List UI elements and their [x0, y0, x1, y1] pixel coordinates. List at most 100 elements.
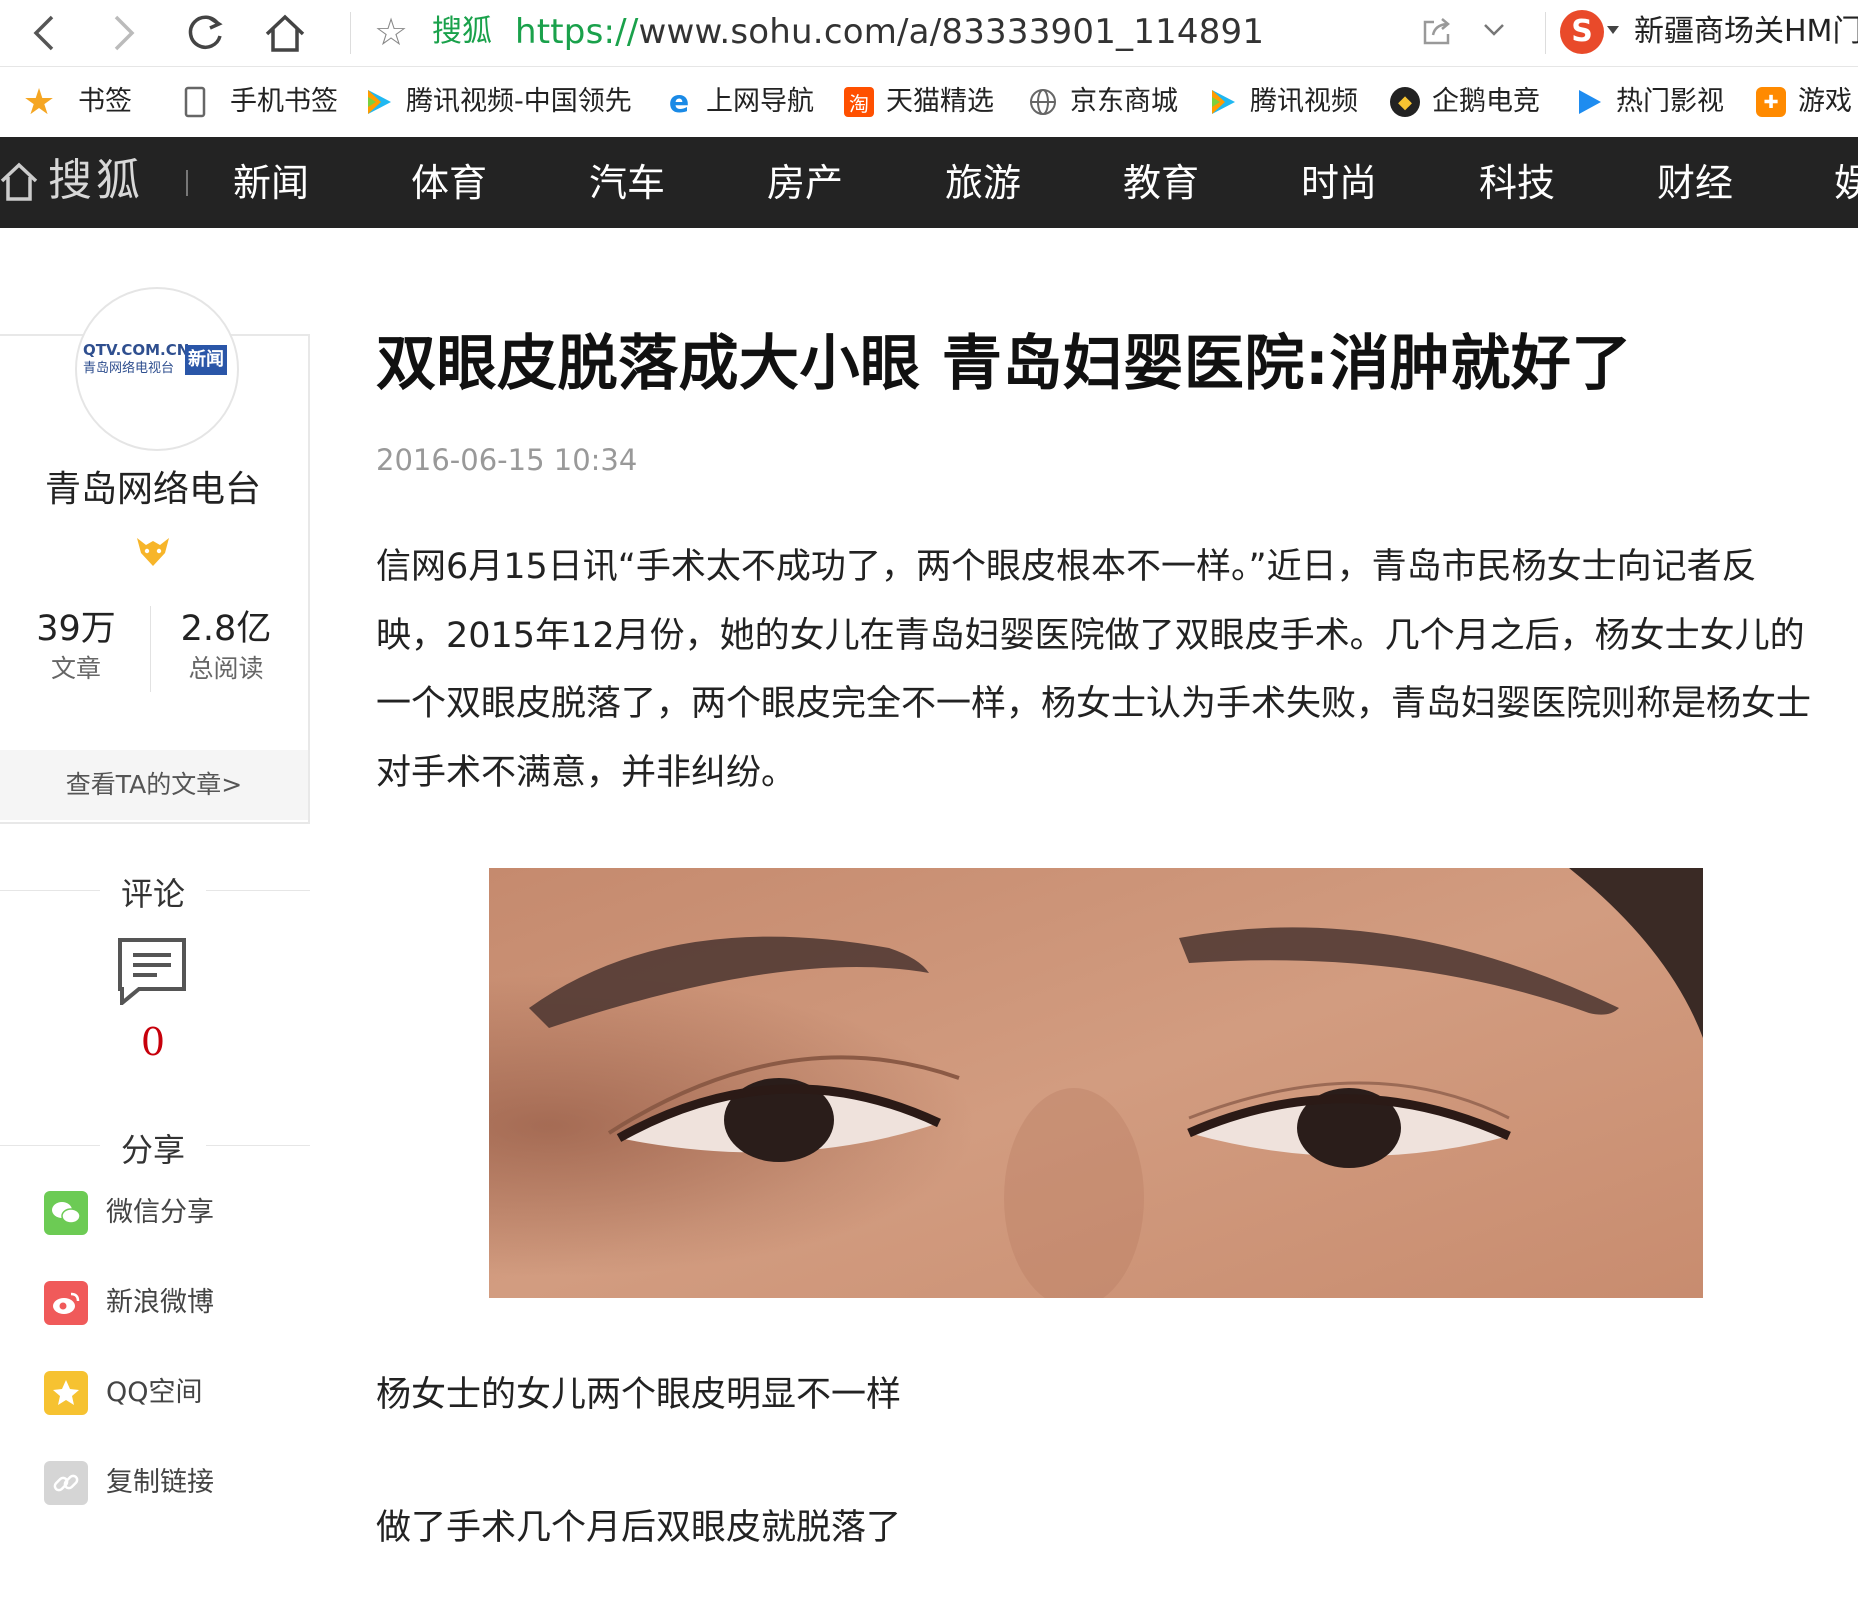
copy-link-label: 复制链接 [106, 1467, 214, 1498]
bookmark-label: 热门影视 [1616, 86, 1724, 117]
share-icon[interactable] [1420, 14, 1454, 48]
article-photo [489, 868, 1703, 1298]
articles-label: 文章 [50, 654, 101, 683]
weibo-icon [44, 1281, 88, 1325]
bookmark-item[interactable]: 热门影视 [1574, 81, 1724, 123]
bookmark-item[interactable]: ★ 书签 [22, 81, 132, 123]
nav-item-auto[interactable]: 汽车 [589, 159, 665, 207]
nav-item-finance[interactable]: 财经 [1657, 159, 1733, 207]
bookmark-label: 腾讯视频-中国领先 [406, 86, 632, 117]
chevron-right-icon [114, 15, 135, 51]
article-title: 双眼皮脱落成大小眼 青岛妇婴医院:消肿就好了 [376, 329, 1632, 399]
play-icon [1574, 87, 1604, 117]
avatar[interactable]: QTV.COM.CN 青岛网络电视台 新闻 [75, 287, 239, 451]
photo-caption: 杨女士的女儿两个眼皮明显不一样 [376, 1375, 902, 1415]
site-name: 搜狐 [432, 14, 492, 49]
bookmark-label: 企鹅电竞 [1432, 86, 1540, 117]
bookmark-item[interactable]: 淘 天猫精选 [844, 81, 994, 123]
bookmark-item[interactable]: 手机书签 [180, 81, 338, 123]
penguin-esports-icon: ◆ [1390, 87, 1420, 117]
url-input[interactable]: https://www.sohu.com/a/83333901_114891 [515, 10, 1264, 54]
bookmark-item[interactable]: ✚ 游戏 [1756, 81, 1852, 123]
search-box-text[interactable]: 新疆商场关HM门 [1634, 12, 1858, 52]
toolbar-divider [350, 12, 351, 54]
bookmark-item[interactable]: ◆ 企鹅电竞 [1390, 81, 1540, 123]
chevron-left-icon [33, 15, 54, 51]
article-date: 2016-06-15 10:34 [376, 443, 638, 477]
nav-item-fashion[interactable]: 时尚 [1301, 159, 1377, 207]
gamepad-icon: ✚ [1756, 87, 1786, 117]
sohu-logo[interactable]: 搜狐 [48, 153, 144, 209]
link-icon [44, 1461, 88, 1505]
stat-divider [150, 606, 151, 692]
avatar-logo-subtext: 青岛网络电视台 [83, 361, 175, 376]
chevron-down-icon[interactable] [1482, 18, 1506, 46]
caret-down-icon[interactable] [1607, 26, 1619, 34]
url-scheme: https:// [515, 12, 639, 52]
browser-toolbar: ☆ 搜狐 https://www.sohu.com/a/83333901_114… [0, 0, 1858, 67]
bookmark-label: 上网导航 [706, 86, 814, 117]
reads-count: 2.8亿 [180, 609, 272, 649]
bookmark-label: 游戏 [1798, 86, 1852, 117]
toolbar-divider [1545, 12, 1546, 54]
nav-item-entertainment[interactable]: 娱 [1834, 159, 1858, 207]
bookmark-label: 手机书签 [230, 86, 338, 117]
nav-item-travel[interactable]: 旅游 [945, 159, 1021, 207]
forward-button[interactable] [98, 8, 148, 58]
nav-item-education[interactable]: 教育 [1123, 159, 1199, 207]
reads-stat: 2.8亿 总阅读 [156, 606, 296, 686]
article-paragraph-2: 做了手术几个月后双眼皮就脱落了 [376, 1508, 902, 1548]
home-icon [265, 14, 305, 52]
reload-icon [188, 15, 223, 49]
share-title: 分享 [120, 1131, 185, 1169]
comment-count[interactable]: 0 [0, 1018, 306, 1066]
nav-divider [186, 170, 188, 196]
back-button[interactable] [20, 8, 70, 58]
star-icon: ★ [22, 81, 56, 123]
reload-button[interactable] [180, 8, 230, 58]
nav-item-news[interactable]: 新闻 [233, 159, 309, 207]
share-wechat-label: 微信分享 [106, 1197, 214, 1228]
share-weibo-button[interactable]: 新浪微博 [44, 1281, 214, 1325]
bookmark-star-icon[interactable]: ☆ [374, 10, 408, 54]
bookmark-item[interactable]: 腾讯视频-中国领先 [364, 81, 676, 123]
avatar-news-badge: 新闻 [185, 345, 227, 375]
qzone-icon [44, 1371, 88, 1415]
phone-icon [180, 86, 210, 118]
author-name[interactable]: 青岛网络电台 [0, 466, 306, 514]
share-wechat-button[interactable]: 微信分享 [44, 1191, 214, 1235]
fox-badge-icon [134, 535, 172, 573]
site-nav-bar: 搜狐 新闻 体育 汽车 房产 旅游 教育 时尚 科技 财经 娱 [0, 137, 1858, 228]
view-author-articles-link[interactable]: 查看TA的文章> [0, 750, 308, 820]
bookmark-label: 天猫精选 [886, 86, 994, 117]
avatar-logo-text: QTV.COM.CN [83, 341, 190, 359]
nav-item-tech[interactable]: 科技 [1479, 159, 1555, 207]
articles-count: 39万 [36, 609, 116, 649]
bookmark-label: 书签 [78, 86, 132, 117]
home-button[interactable] [260, 8, 310, 58]
bookmark-label: 腾讯视频 [1250, 86, 1358, 117]
url-path: www.sohu.com/a/83333901_114891 [638, 12, 1265, 52]
bookmark-item[interactable]: e 上网导航 [664, 81, 814, 123]
share-weibo-label: 新浪微博 [106, 1287, 214, 1318]
comments-title: 评论 [120, 875, 185, 913]
share-qzone-button[interactable]: QQ空间 [44, 1371, 203, 1415]
share-qzone-label: QQ空间 [106, 1377, 203, 1408]
copy-link-button[interactable]: 复制链接 [44, 1461, 214, 1505]
home-icon[interactable] [0, 159, 38, 207]
sogou-search-icon[interactable]: S [1560, 10, 1604, 54]
comment-icon[interactable] [117, 937, 187, 1009]
globe-icon [1028, 87, 1058, 117]
ie-icon: e [668, 84, 690, 120]
reads-label: 总阅读 [188, 654, 264, 683]
bookmarks-bar: ★ 书签 手机书签 腾讯视频-中国领先 e 上网导航 淘 天猫精选 京东商城 腾… [0, 67, 1858, 138]
wechat-icon [44, 1191, 88, 1235]
tencent-video-icon [364, 87, 394, 117]
nav-item-sports[interactable]: 体育 [411, 159, 487, 207]
articles-stat: 39万 文章 [6, 606, 146, 686]
bookmark-item[interactable]: 腾讯视频 [1208, 81, 1358, 123]
nav-item-realestate[interactable]: 房产 [767, 159, 843, 207]
taobao-icon: 淘 [844, 87, 874, 117]
article-paragraph: 信网6月15日讯“手术太不成功了，两个眼皮根本不一样。”近日，青岛市民杨女士向记… [376, 547, 1812, 793]
bookmark-item[interactable]: 京东商城 [1028, 81, 1178, 123]
